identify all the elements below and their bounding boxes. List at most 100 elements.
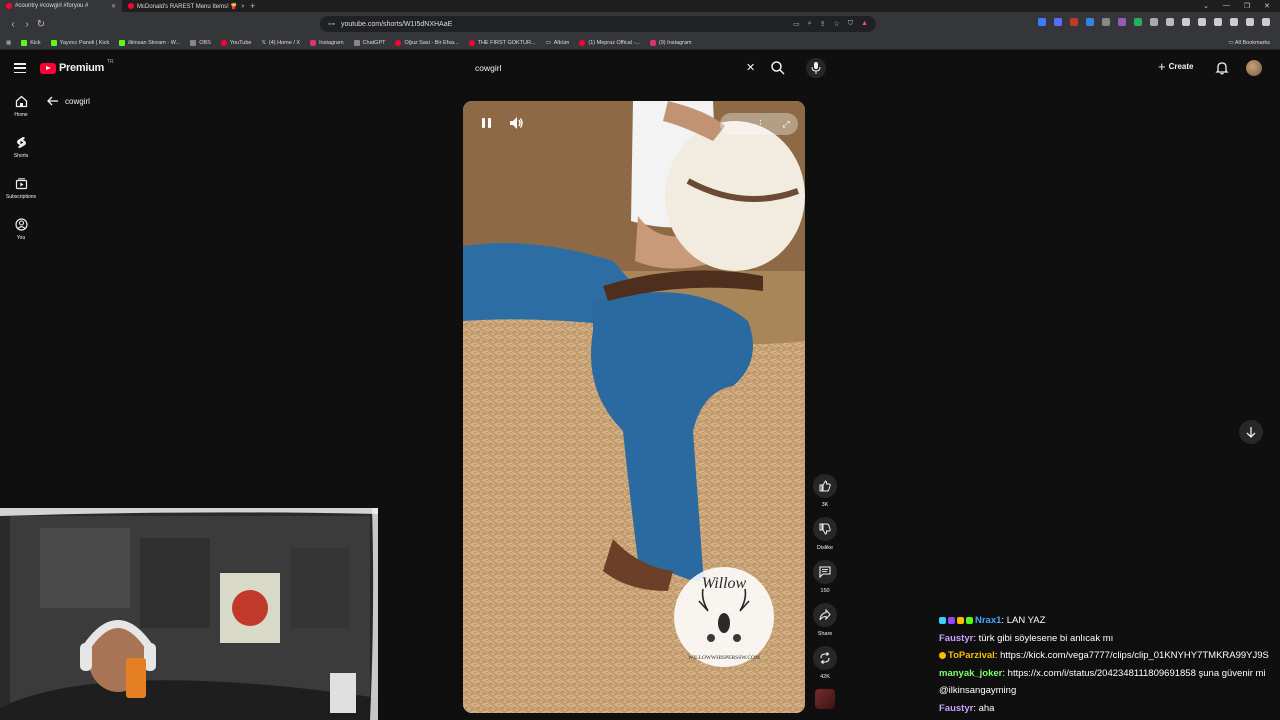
microphone-icon bbox=[811, 62, 821, 74]
pause-button[interactable] bbox=[479, 116, 493, 130]
extension-icon[interactable] bbox=[1054, 18, 1062, 26]
bookmark-item[interactable]: ilkinsan Stream - W... bbox=[119, 39, 180, 46]
youtube-header: Premium TR cowgirl ✕ + Create bbox=[0, 52, 1280, 86]
apps-grid-icon[interactable]: ▦ bbox=[6, 40, 11, 46]
bookmark-item[interactable]: Instagram bbox=[310, 39, 344, 46]
badge-icon bbox=[948, 616, 955, 624]
media-icon[interactable] bbox=[1182, 18, 1190, 26]
rail-item-shorts[interactable]: Shorts bbox=[0, 133, 42, 174]
extension-icon[interactable] bbox=[1166, 18, 1174, 26]
new-tab-icon[interactable]: + bbox=[244, 1, 261, 11]
bookmark-item[interactable]: Yayıncı Paneli | Kick bbox=[50, 39, 109, 46]
captions-icon[interactable]: CC bbox=[728, 121, 738, 128]
browser-tab-strip: #country #cowgirl #foryou # ✕ McDonald's… bbox=[0, 0, 1280, 12]
remix-button[interactable]: 42K bbox=[811, 646, 839, 680]
url-text: youtube.com/shorts/W1I5dNXHAaE bbox=[341, 20, 453, 28]
rail-item-you[interactable]: You bbox=[0, 215, 42, 256]
sidebar-icon[interactable] bbox=[1198, 18, 1206, 26]
sound-thumbnail[interactable] bbox=[811, 689, 839, 709]
voice-search-button[interactable] bbox=[806, 58, 826, 78]
streamer-webcam bbox=[0, 508, 378, 720]
shorts-action-bar: 3K Dislike 150 Share 42K bbox=[811, 474, 839, 709]
account-avatar[interactable] bbox=[1246, 60, 1262, 76]
notifications-bell-icon[interactable] bbox=[1215, 61, 1229, 80]
instagram-icon bbox=[310, 39, 317, 46]
all-bookmarks[interactable]: ▭ All Bookmarks bbox=[1228, 40, 1270, 46]
bookmark-item[interactable]: OBS bbox=[190, 39, 211, 46]
bookmark-item[interactable]: (9) Instagram bbox=[649, 39, 692, 46]
menu-icon[interactable] bbox=[1262, 18, 1270, 26]
rail-item-subscriptions[interactable]: Subscriptions bbox=[0, 174, 42, 215]
search-button[interactable] bbox=[770, 60, 786, 76]
extension-icon[interactable] bbox=[1246, 18, 1254, 26]
chat-badges bbox=[939, 616, 973, 624]
extension-icon[interactable] bbox=[1038, 18, 1046, 26]
share-page-icon[interactable]: ⇪ bbox=[820, 20, 826, 28]
badge-icon bbox=[966, 616, 973, 624]
minimize-icon[interactable]: — bbox=[1223, 2, 1230, 10]
shorts-video-player[interactable]: Willow WILLOWWHISPERSSW.COM CC ⋮ ⤢ bbox=[463, 101, 805, 713]
fullscreen-icon[interactable]: ⤢ bbox=[782, 119, 789, 130]
zoom-icon[interactable]: ⌕ bbox=[808, 20, 812, 28]
bookmark-item[interactable]: YouTube bbox=[220, 39, 251, 46]
browser-tab-active[interactable]: #country #cowgirl #foryou # ✕ bbox=[0, 0, 122, 12]
bookmark-item[interactable]: Kick bbox=[21, 39, 41, 46]
extension-icon[interactable] bbox=[1134, 18, 1142, 26]
browser-tab[interactable]: McDonald's RAREST Menu Items! 🍟 ✕ bbox=[122, 0, 244, 12]
watermark-name: Willow bbox=[702, 575, 747, 592]
comments-button[interactable]: 150 bbox=[811, 560, 839, 594]
rail-item-home[interactable]: Home bbox=[0, 92, 42, 133]
extension-icon[interactable] bbox=[1118, 18, 1126, 26]
arrow-down-icon bbox=[1246, 427, 1256, 438]
clear-search-icon[interactable]: ✕ bbox=[746, 61, 755, 74]
back-icon[interactable]: ‹ bbox=[6, 19, 20, 30]
extension-icon[interactable] bbox=[1070, 18, 1078, 26]
extension-icon[interactable] bbox=[1214, 18, 1222, 26]
bookmark-folder[interactable]: ▭ Albüm bbox=[546, 40, 570, 46]
site-info-icon[interactable]: ⊶ bbox=[328, 20, 335, 28]
close-window-icon[interactable]: ✕ bbox=[1264, 2, 1270, 10]
bookmark-item[interactable]: ChatGPT bbox=[353, 39, 385, 46]
volume-button[interactable] bbox=[508, 115, 524, 136]
reload-icon[interactable]: ↻ bbox=[34, 19, 48, 30]
youtube-premium-logo[interactable]: Premium TR bbox=[40, 59, 114, 74]
shield-icon[interactable]: ⛉ bbox=[848, 20, 853, 28]
like-icon bbox=[819, 480, 831, 492]
search-input[interactable]: cowgirl bbox=[466, 57, 766, 79]
tab-search-icon[interactable]: ⌄ bbox=[1203, 2, 1209, 10]
home-icon bbox=[15, 95, 27, 108]
next-video-button[interactable] bbox=[1239, 420, 1263, 444]
remix-icon bbox=[820, 652, 830, 664]
badge-icon bbox=[957, 616, 964, 624]
maximize-icon[interactable]: ❐ bbox=[1244, 2, 1250, 10]
webcam-frame bbox=[0, 508, 378, 720]
extension-icon[interactable] bbox=[1086, 18, 1094, 26]
forward-icon[interactable]: › bbox=[20, 19, 34, 30]
chat-text: aha bbox=[978, 702, 995, 714]
extension-icon[interactable] bbox=[1230, 18, 1238, 26]
subscriptions-icon bbox=[15, 178, 27, 190]
create-button[interactable]: + Create bbox=[1158, 60, 1194, 73]
extension-triangle-icon[interactable]: ▲ bbox=[861, 20, 868, 28]
dislike-button[interactable]: Dislike bbox=[811, 517, 839, 551]
like-button[interactable]: 3K bbox=[811, 474, 839, 508]
more-options-icon[interactable]: ⋮ bbox=[755, 119, 765, 130]
chat-username: manyak_joker bbox=[939, 667, 1003, 679]
bookmark-item[interactable]: Oğuz Sasi - Bir Efsa... bbox=[395, 39, 459, 46]
extension-icon[interactable] bbox=[1102, 18, 1110, 26]
close-tab-icon[interactable]: ✕ bbox=[111, 3, 116, 10]
puzzle-icon[interactable] bbox=[1150, 18, 1158, 26]
bookmark-item[interactable]: 𝕏 (4) Home / X bbox=[261, 40, 300, 46]
guide-menu-icon[interactable] bbox=[14, 63, 26, 73]
address-bar[interactable]: ⊶ youtube.com/shorts/W1I5dNXHAaE ▭ ⌕ ⇪ ☆… bbox=[320, 16, 876, 32]
cast-icon[interactable]: ▭ bbox=[793, 20, 800, 28]
back-to-search-button[interactable]: cowgirl bbox=[47, 96, 90, 106]
bookmark-item[interactable]: THE FIRST GOKTUR... bbox=[468, 39, 536, 46]
bookmark-star-icon[interactable]: ☆ bbox=[834, 20, 840, 28]
chat-badges bbox=[939, 651, 946, 659]
share-button[interactable]: Share bbox=[811, 603, 839, 637]
bookmark-item[interactable]: (1) Mepraz Offical -... bbox=[579, 39, 640, 46]
chat-username: Nrax1 bbox=[975, 615, 1002, 626]
you-icon bbox=[14, 218, 28, 231]
dislike-icon bbox=[819, 523, 831, 535]
